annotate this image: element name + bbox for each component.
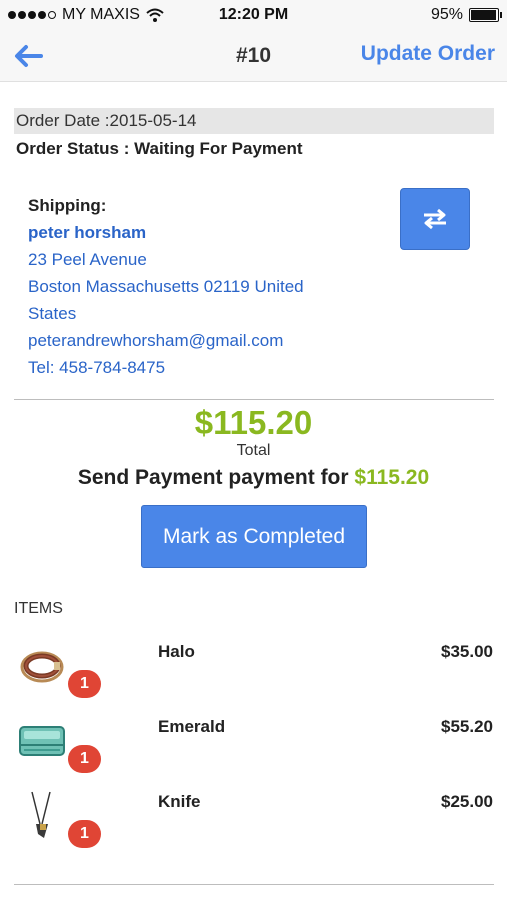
customer-phone-link[interactable]: Tel: 458-784-8475 bbox=[28, 354, 368, 381]
payment-instruction: Send Payment payment for $115.20 bbox=[0, 466, 507, 490]
item-name: Knife bbox=[158, 792, 201, 811]
arrow-left-icon bbox=[15, 45, 43, 67]
list-item[interactable]: 1 Emerald $55.20 bbox=[0, 715, 507, 785]
update-order-button[interactable]: Update Order bbox=[361, 42, 495, 66]
list-item[interactable]: 1 Halo $35.00 bbox=[0, 640, 507, 710]
quantity-badge: 1 bbox=[68, 745, 101, 773]
address-city: Boston Massachusetts 02119 United bbox=[28, 277, 304, 296]
customer-email-link[interactable]: peterandrewhorsham@gmail.com bbox=[28, 327, 368, 354]
address-country: States bbox=[28, 304, 77, 323]
payment-instruction-text: Send Payment payment for bbox=[77, 466, 355, 489]
shipping-address: Shipping: peter horsham 23 Peel Avenue B… bbox=[28, 192, 368, 381]
green-stone-thumbnail bbox=[19, 726, 65, 756]
knife-pendant-thumbnail bbox=[31, 791, 51, 838]
navigation-bar: #10 Update Order bbox=[0, 30, 507, 82]
back-button[interactable] bbox=[10, 40, 46, 72]
address-street: 23 Peel Avenue bbox=[28, 250, 147, 269]
list-item[interactable]: 1 Knife $25.00 bbox=[0, 790, 507, 860]
order-date: Order Date :2015-05-14 bbox=[14, 108, 494, 134]
swap-address-button[interactable] bbox=[400, 188, 470, 250]
order-total-label: Total bbox=[236, 442, 271, 459]
mark-completed-button[interactable]: Mark as Completed bbox=[141, 505, 367, 568]
battery-status: 95% bbox=[430, 6, 502, 24]
status-bar: MY MAXIS 12:20 PM 95% bbox=[0, 0, 507, 30]
item-price: $55.20 bbox=[441, 717, 493, 736]
swap-arrows-icon bbox=[424, 208, 446, 230]
quantity-badge: 1 bbox=[68, 670, 101, 698]
quantity-badge: 1 bbox=[68, 820, 101, 848]
item-name: Halo bbox=[158, 642, 195, 661]
order-status: Order Status : Waiting For Payment bbox=[16, 139, 303, 158]
items-header: ITEMS bbox=[14, 600, 63, 617]
payment-amount: $115.20 bbox=[354, 466, 430, 489]
bracelet-thumbnail bbox=[20, 651, 64, 683]
divider bbox=[14, 884, 494, 885]
item-name: Emerald bbox=[158, 717, 226, 736]
item-price: $35.00 bbox=[441, 642, 493, 661]
divider bbox=[14, 399, 494, 400]
battery-icon bbox=[469, 8, 502, 22]
order-total: $115.20 bbox=[194, 404, 313, 441]
battery-percent: 95% bbox=[430, 6, 463, 23]
shipping-label: Shipping: bbox=[28, 196, 107, 215]
item-price: $25.00 bbox=[441, 792, 493, 811]
customer-name: peter horsham bbox=[28, 223, 147, 242]
